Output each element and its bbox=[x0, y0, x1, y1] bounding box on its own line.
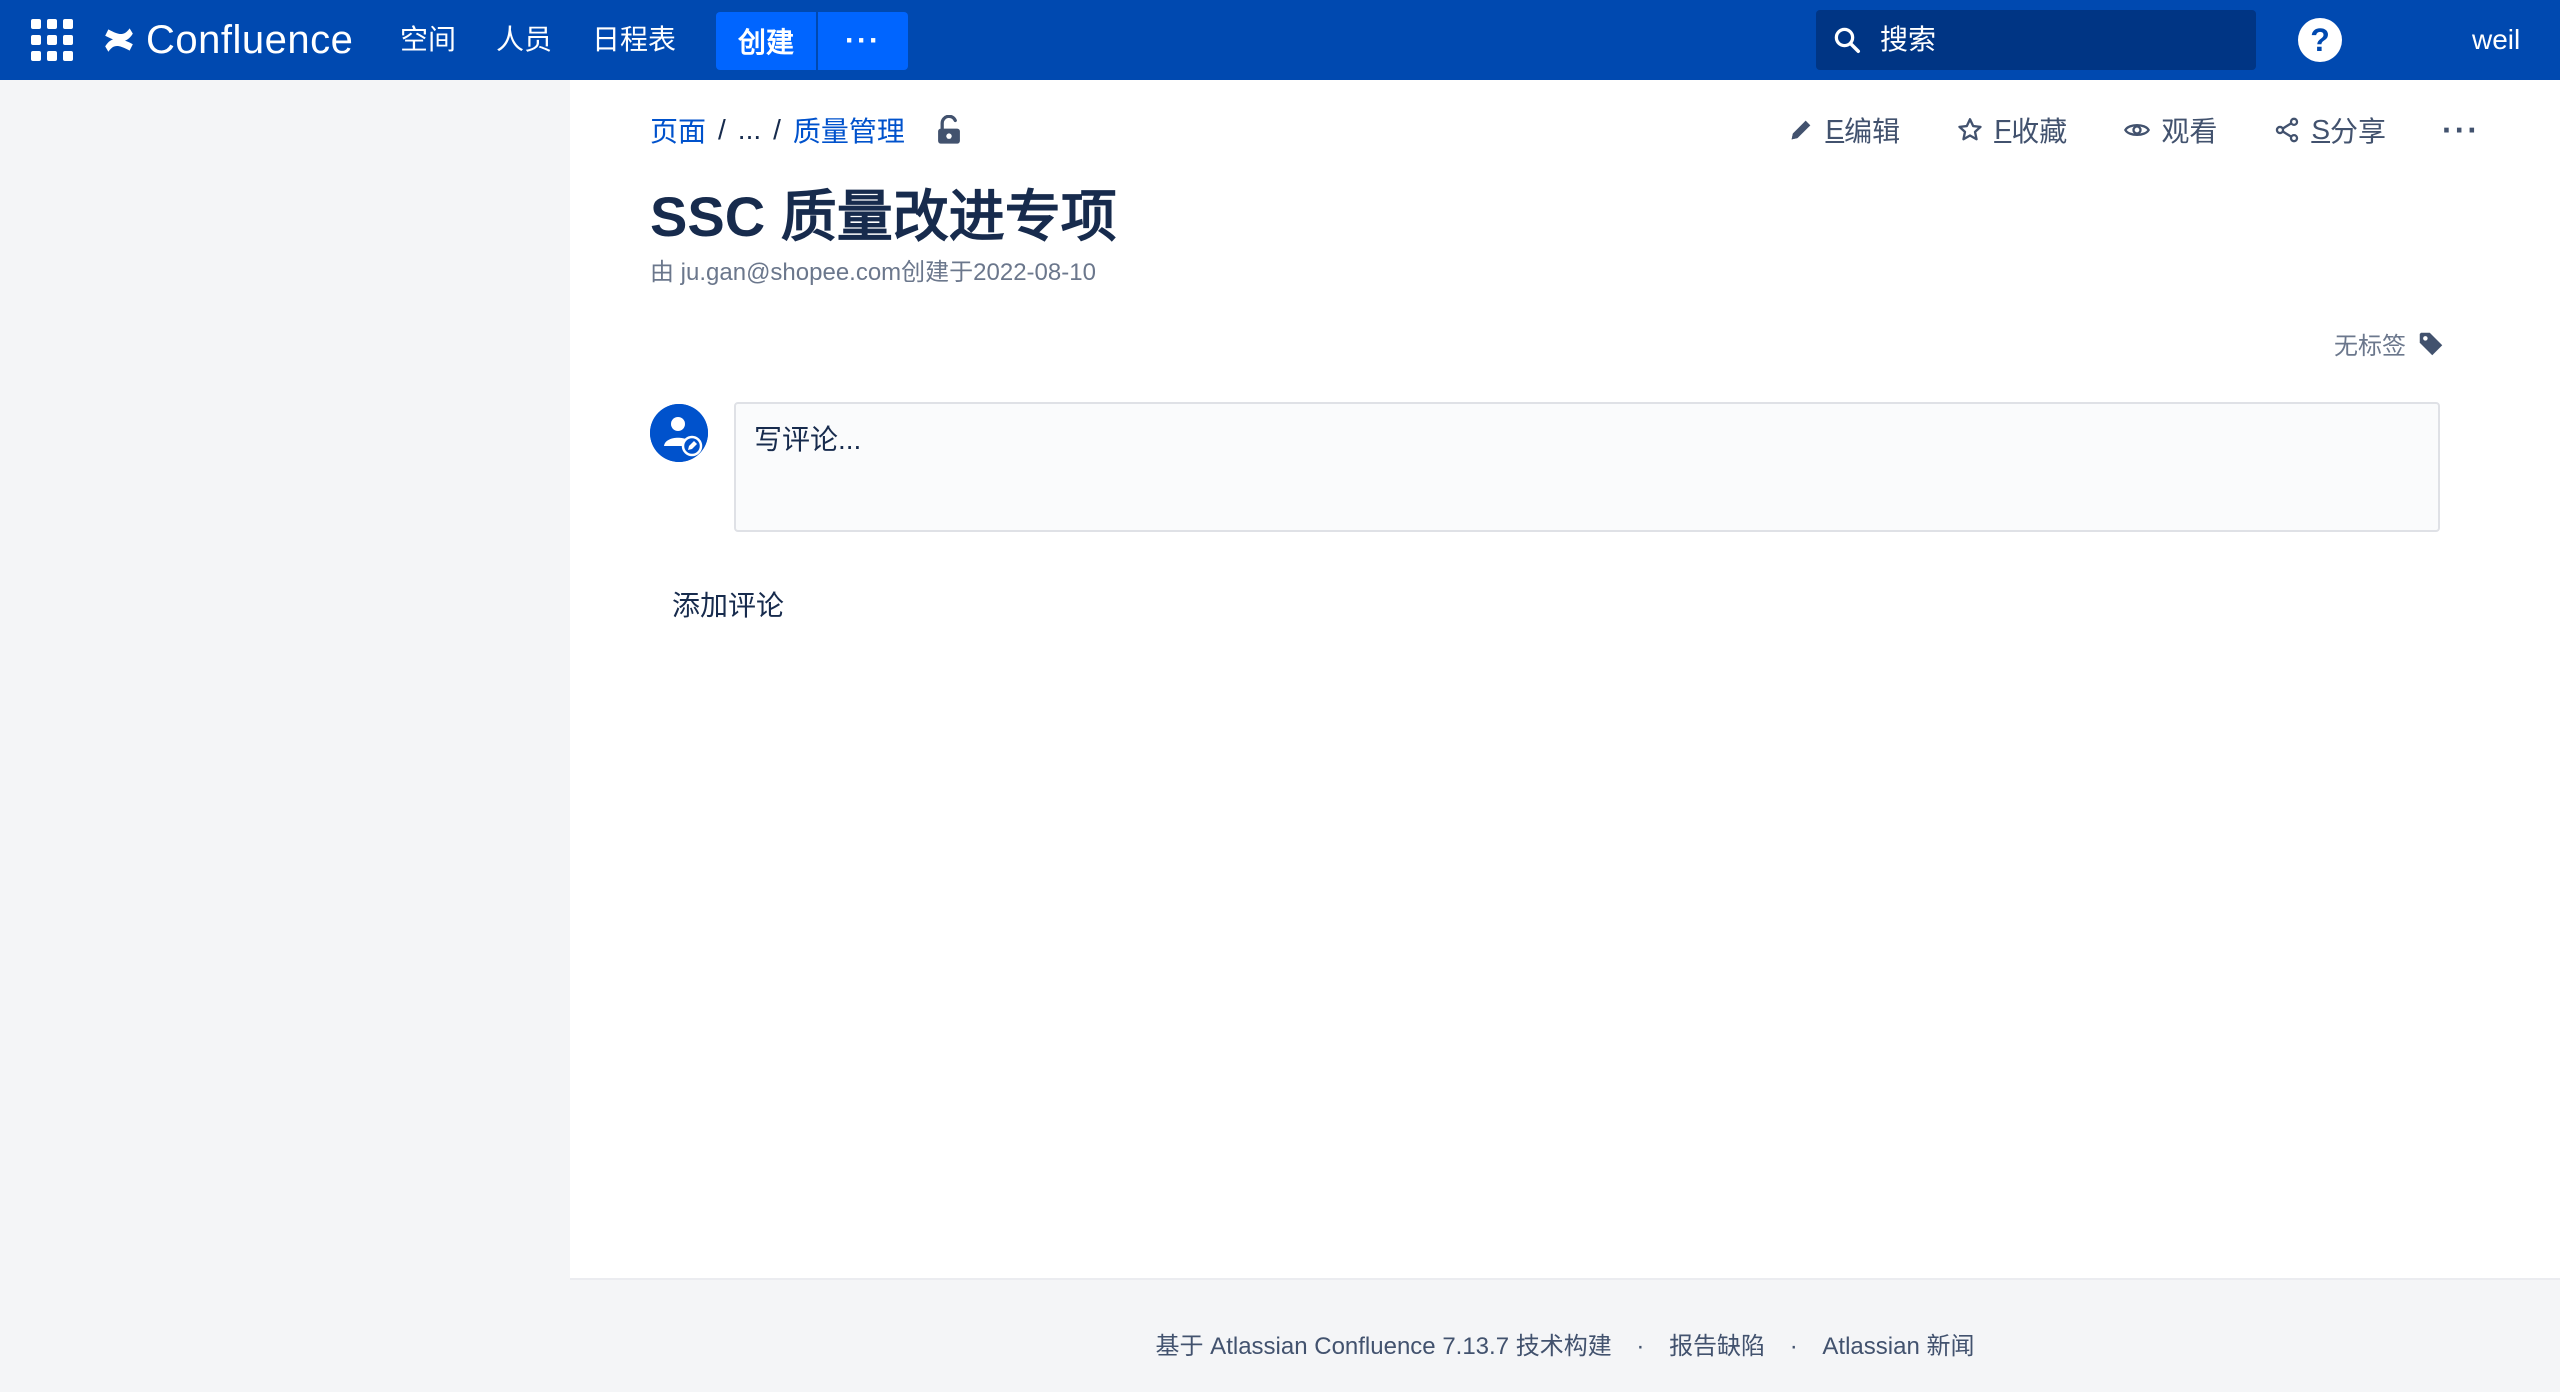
page-content: 页面 / ... / 质量管理 E 编辑 F 收藏 观看 S 分享 ··· SS… bbox=[570, 80, 2560, 1278]
star-button[interactable]: F 收藏 bbox=[1956, 110, 2067, 150]
star-shortcut-key: F bbox=[1994, 114, 2012, 145]
footer-dot: · bbox=[1789, 1333, 1798, 1360]
watch-label: 观看 bbox=[2161, 116, 2218, 147]
breadcrumb-ellipsis[interactable]: ... bbox=[738, 114, 761, 146]
page-byline: 由 ju.gan@shopee.com创建于2022-08-10 bbox=[650, 252, 1096, 287]
share-icon bbox=[2276, 117, 2299, 143]
help-icon[interactable]: ? bbox=[2298, 18, 2342, 62]
edit-shortcut-key: E bbox=[1825, 114, 1845, 145]
breadcrumb-parent[interactable]: 质量管理 bbox=[793, 110, 905, 150]
create-button[interactable]: 创建 bbox=[716, 12, 816, 70]
unlock-icon[interactable] bbox=[935, 115, 963, 145]
nav-calendar[interactable]: 日程表 bbox=[592, 22, 676, 58]
breadcrumb: 页面 / ... / 质量管理 bbox=[650, 112, 963, 148]
breadcrumb-separator: / bbox=[718, 114, 726, 145]
watch-button[interactable]: 观看 bbox=[2123, 110, 2217, 150]
footer-report-bug-link[interactable]: 报告缺陷 bbox=[1669, 1333, 1765, 1360]
tag-icon[interactable] bbox=[2416, 329, 2446, 359]
nav-spaces[interactable]: 空间 bbox=[400, 22, 456, 58]
more-actions-button[interactable]: ··· bbox=[2442, 112, 2480, 149]
nav-people[interactable]: 人员 bbox=[496, 22, 552, 58]
share-shortcut-key: S bbox=[2311, 114, 2331, 145]
footer-news-link[interactable]: Atlassian 新闻 bbox=[1822, 1333, 1974, 1360]
share-button[interactable]: S 分享 bbox=[2273, 110, 2386, 150]
logo-text: Confluence bbox=[146, 17, 354, 62]
pencil-icon bbox=[1792, 120, 1811, 140]
edit-label: 编辑 bbox=[1844, 116, 1901, 147]
page-labels: 无标签 bbox=[2334, 326, 2446, 361]
confluence-logo-icon bbox=[105, 28, 133, 52]
top-navigation-bar: Confluence 空间 人员 日程表 创建 ··· ? weil bbox=[0, 0, 2560, 80]
page-actions: E 编辑 F 收藏 观看 S 分享 ··· bbox=[1731, 110, 2480, 150]
create-more-button[interactable]: ··· bbox=[818, 12, 908, 70]
breadcrumb-pages[interactable]: 页面 bbox=[650, 110, 706, 150]
app-switcher-icon[interactable] bbox=[26, 14, 78, 66]
footer: 基于 Atlassian Confluence 7.13.7 技术构建 · 报告… bbox=[570, 1278, 2560, 1392]
search-input[interactable] bbox=[1880, 10, 2240, 70]
sidebar bbox=[0, 80, 570, 1392]
edit-button[interactable]: E 编辑 bbox=[1787, 110, 1900, 150]
search-icon bbox=[1834, 27, 1860, 53]
byline-prefix: 由 bbox=[650, 259, 681, 286]
no-labels-text: 无标签 bbox=[2334, 333, 2406, 360]
comment-placeholder: 写评论... bbox=[754, 424, 862, 455]
confluence-logo[interactable]: Confluence bbox=[102, 16, 353, 64]
user-profile-menu[interactable]: weil bbox=[2472, 22, 2560, 58]
user-avatar bbox=[650, 404, 708, 462]
author-link[interactable]: ju.gan@shopee.com bbox=[681, 259, 902, 286]
add-comment-button[interactable]: 添加评论 bbox=[672, 584, 784, 624]
footer-powered-by-link[interactable]: 基于 Atlassian Confluence 7.13.7 技术构建 bbox=[1156, 1333, 1612, 1360]
eye-icon bbox=[2124, 124, 2151, 136]
byline-created: 创建于2022-08-10 bbox=[901, 259, 1096, 286]
star-icon bbox=[1958, 118, 1982, 141]
star-label: 收藏 bbox=[2011, 116, 2068, 147]
search-box[interactable] bbox=[1816, 10, 2256, 70]
comment-input[interactable]: 写评论... bbox=[734, 402, 2440, 532]
footer-dot: · bbox=[1636, 1333, 1645, 1360]
page-title: SSC 质量改进专项 bbox=[650, 185, 1117, 248]
breadcrumb-separator: / bbox=[773, 114, 781, 145]
footer-links: 基于 Atlassian Confluence 7.13.7 技术构建 · 报告… bbox=[570, 1326, 2560, 1361]
user-avatar-icon bbox=[650, 404, 708, 462]
share-label: 分享 bbox=[2330, 116, 2387, 147]
